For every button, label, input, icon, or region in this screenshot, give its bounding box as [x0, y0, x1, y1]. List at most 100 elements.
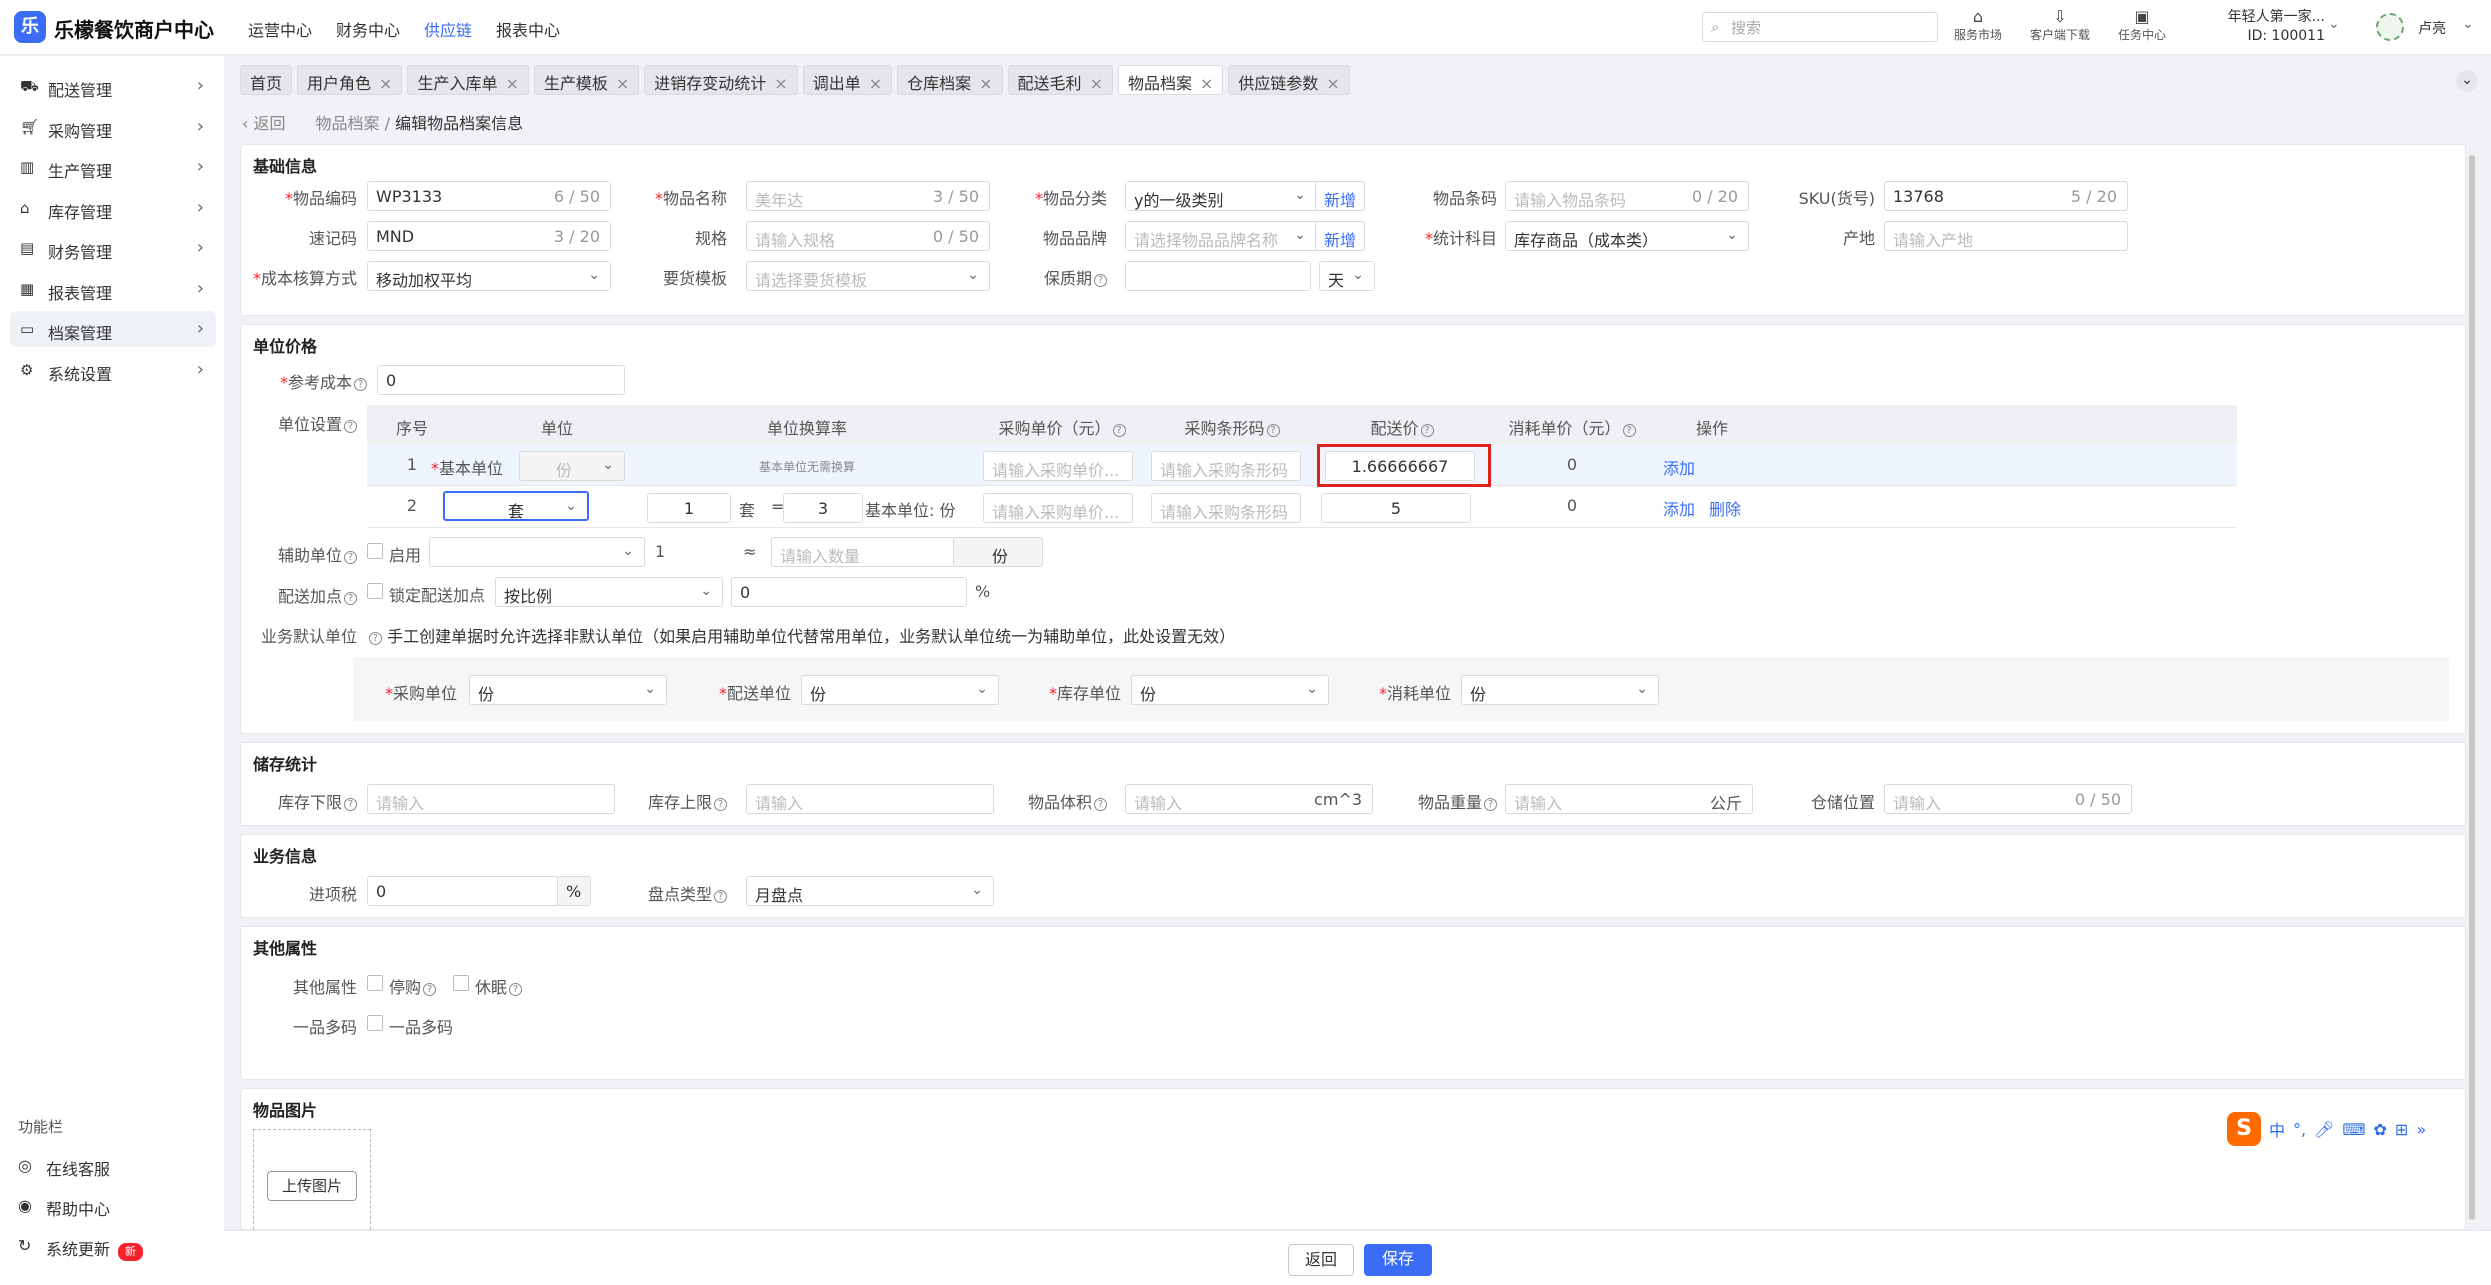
tab-supply-params[interactable]: 供应链参数 ×: [1228, 65, 1350, 95]
sidebar-item-settings[interactable]: ⚙ 系统设置 ›: [10, 352, 216, 388]
breadcrumb-parent[interactable]: 物品档案: [316, 114, 380, 133]
close-icon[interactable]: ×: [869, 74, 882, 93]
delete-unit-link[interactable]: 删除: [1709, 496, 1741, 520]
sidebar-item-delivery[interactable]: ⛟ 配送管理 ›: [10, 68, 216, 104]
add-unit-link[interactable]: 添加: [1663, 455, 1695, 479]
tax-input[interactable]: 0: [367, 876, 559, 906]
location-input[interactable]: 请输入 0 / 50: [1884, 784, 2132, 814]
ime-toolbar[interactable]: S 中 °, 🎤︎ ⌨ ✿ ⊞ »: [2223, 1110, 2431, 1148]
markup-mode-select[interactable]: 按比例 ⌄: [495, 577, 723, 607]
upload-image-button[interactable]: 上传图片: [267, 1171, 357, 1201]
service-market-button[interactable]: ⌂ 服务市场: [1946, 8, 2010, 43]
ref-cost-input[interactable]: 0: [377, 365, 625, 395]
tabs-collapse-chevron-icon[interactable]: ⌄: [2456, 70, 2478, 92]
close-icon[interactable]: ×: [616, 74, 629, 93]
close-icon[interactable]: ×: [1326, 74, 1339, 93]
chevron-down-icon[interactable]: ⌄: [2328, 16, 2340, 32]
buy-price-input[interactable]: 请输入采购单价...: [983, 493, 1133, 523]
delivery-unit-select[interactable]: 份 ⌄: [801, 675, 999, 705]
order-template-select[interactable]: 请选择要货模板 ⌄: [746, 261, 990, 291]
tab-inventory-changes[interactable]: 进销存变动统计 ×: [644, 65, 798, 95]
delivery-price-input[interactable]: 5: [1321, 493, 1471, 523]
weight-input[interactable]: 请输入 公斤: [1505, 784, 1753, 814]
markup-lock-checkbox[interactable]: [367, 583, 383, 599]
sidebar-item-purchase[interactable]: 🛒︎ 采购管理 ›: [10, 109, 216, 145]
buy-barcode-input[interactable]: 请输入采购条形码: [1151, 451, 1301, 481]
nav-ops[interactable]: 运营中心: [248, 17, 312, 41]
stop-purchase-checkbox[interactable]: [367, 975, 383, 991]
close-icon[interactable]: ×: [774, 74, 787, 93]
save-button[interactable]: 保存: [1364, 1244, 1432, 1276]
consume-unit-select[interactable]: 份 ⌄: [1461, 675, 1659, 705]
aux-qty-input[interactable]: 请输入数量: [771, 537, 955, 567]
aux-enable-checkbox[interactable]: [367, 543, 383, 559]
buy-unit-select[interactable]: 份 ⌄: [469, 675, 667, 705]
tab-warehouse-archive[interactable]: 仓库档案 ×: [897, 65, 1003, 95]
close-icon[interactable]: ×: [505, 74, 518, 93]
dormant-checkbox[interactable]: [453, 975, 469, 991]
name-input[interactable]: 美年达 3 / 50: [746, 181, 990, 211]
back-button[interactable]: 返回: [1288, 1244, 1354, 1276]
stock-unit-select[interactable]: 份 ⌄: [1131, 675, 1329, 705]
rate-input[interactable]: 3: [783, 493, 863, 523]
add-unit-link[interactable]: 添加: [1663, 496, 1695, 520]
unit-qty-input[interactable]: 1: [647, 493, 731, 523]
close-icon[interactable]: ×: [379, 74, 392, 93]
online-support-link[interactable]: ◎ 在线客服: [0, 1156, 110, 1180]
sidebar-item-finance[interactable]: ▤ 财务管理 ›: [10, 230, 216, 266]
sidebar-item-inventory[interactable]: ⌂ 库存管理 ›: [10, 190, 216, 226]
tab-production-template[interactable]: 生产模板 ×: [533, 65, 640, 95]
sidebar-item-archive[interactable]: ▭ 档案管理 ›: [10, 311, 216, 347]
user-name[interactable]: 卢亮: [2418, 18, 2446, 38]
unit-select[interactable]: 套 ⌄: [443, 491, 589, 521]
nav-finance[interactable]: 财务中心: [336, 17, 400, 41]
search-input[interactable]: ⌕ 搜索: [1702, 12, 1938, 42]
markup-input[interactable]: 0: [731, 577, 967, 607]
scrollbar-thumb[interactable]: [2469, 155, 2475, 1220]
barcode-input[interactable]: 请输入物品条码 0 / 20: [1505, 181, 1749, 211]
category-select[interactable]: y的一级类别 ⌄: [1125, 181, 1317, 211]
cost-method-select[interactable]: 移动加权平均 ⌄: [367, 261, 611, 291]
close-icon[interactable]: ×: [979, 74, 992, 93]
sku-input[interactable]: 13768 5 / 20: [1884, 181, 2128, 211]
brand-select[interactable]: 请选择物品品牌名称 ⌄: [1125, 221, 1317, 251]
nav-reports[interactable]: 报表中心: [496, 17, 560, 41]
sidebar-item-reports[interactable]: ▦ 报表管理 ›: [10, 271, 216, 307]
account-select[interactable]: 库存商品（成本类） ⌄: [1505, 221, 1749, 251]
tab-production-inbound[interactable]: 生产入库单 ×: [407, 65, 529, 95]
origin-input[interactable]: 请输入产地: [1884, 221, 2128, 251]
avatar[interactable]: [2376, 13, 2404, 41]
tab-user-roles[interactable]: 用户角色 ×: [297, 65, 403, 95]
stock-min-input[interactable]: 请输入: [367, 784, 615, 814]
code-input[interactable]: WP3133 6 / 50: [367, 181, 611, 211]
shelf-life-input[interactable]: [1125, 261, 1311, 291]
system-update-link[interactable]: ↻ 系统更新新: [0, 1236, 144, 1261]
volume-input[interactable]: 请输入 cm^3: [1125, 784, 1373, 814]
add-category-button[interactable]: 新增: [1315, 181, 1366, 211]
stock-max-input[interactable]: 请输入: [746, 784, 994, 814]
user-menu-chevron-icon[interactable]: ⌄: [2462, 16, 2474, 32]
tab-transfer-out[interactable]: 调出单 ×: [802, 65, 893, 95]
sidebar-item-production[interactable]: ▥ 生产管理 ›: [10, 149, 216, 185]
client-download-button[interactable]: ⇩ 客户端下载: [2028, 8, 2092, 43]
aux-unit-select[interactable]: ⌄: [429, 537, 645, 567]
delivery-price-input[interactable]: 1.66666667: [1325, 451, 1475, 481]
help-center-link[interactable]: ◉ 帮助中心: [0, 1196, 110, 1220]
quick-code-input[interactable]: MND 3 / 20: [367, 221, 611, 251]
back-link[interactable]: ‹ 返回: [242, 114, 286, 133]
spec-input[interactable]: 请输入规格 0 / 50: [746, 221, 990, 251]
shelf-unit-select[interactable]: 天 ⌄: [1319, 261, 1375, 291]
nav-supply-chain[interactable]: 供应链: [424, 17, 472, 41]
count-type-select[interactable]: 月盘点 ⌄: [746, 876, 994, 906]
tab-home[interactable]: 首页: [240, 65, 293, 95]
buy-barcode-input[interactable]: 请输入采购条形码: [1151, 493, 1301, 523]
buy-price-input[interactable]: 请输入采购单价...: [983, 451, 1133, 481]
tab-delivery-margin[interactable]: 配送毛利 ×: [1007, 65, 1113, 95]
close-icon[interactable]: ×: [1200, 74, 1213, 93]
task-center-button[interactable]: ▣ 任务中心: [2110, 8, 2174, 43]
multi-code-checkbox[interactable]: [367, 1015, 383, 1031]
add-brand-button[interactable]: 新增: [1315, 221, 1366, 251]
close-icon[interactable]: ×: [1090, 74, 1103, 93]
user-info[interactable]: 年轻人第一家... ID: 100011: [2205, 8, 2325, 46]
tab-item-archive[interactable]: 物品档案 ×: [1117, 65, 1224, 95]
